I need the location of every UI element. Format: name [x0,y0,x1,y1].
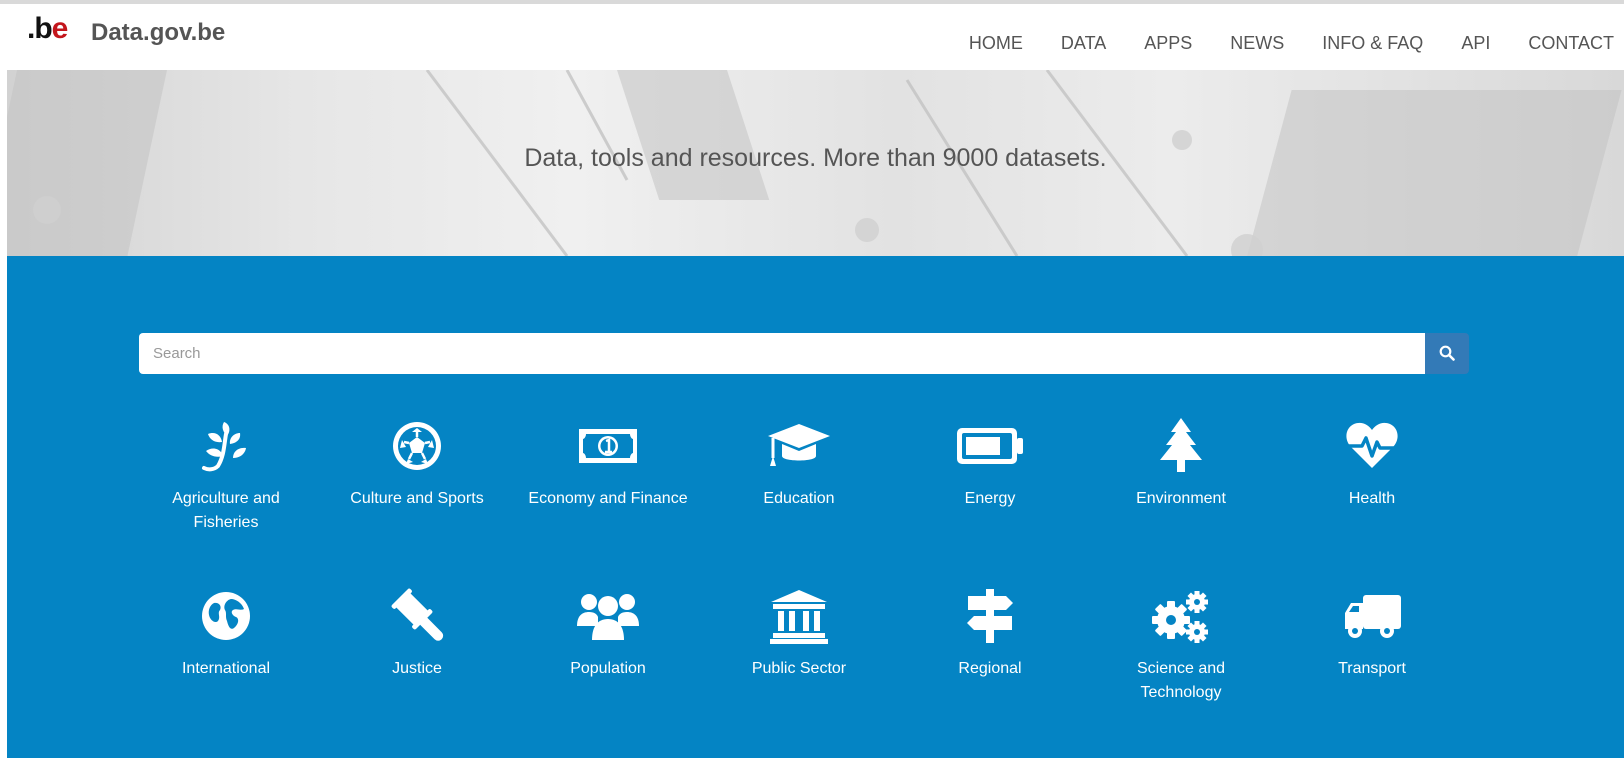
main-nav: HOME DATA APPS NEWS INFO & FAQ API CONTA… [931,32,1614,54]
category-environment[interactable]: Environment [1101,416,1261,511]
leaf-icon [202,422,246,472]
search-button[interactable] [1425,333,1469,374]
site-name[interactable]: Data.gov.be [91,19,225,47]
globe-icon [202,592,250,640]
soccer-ball-icon [393,422,441,470]
graduation-cap-icon [768,424,830,466]
cogs-icon [1152,591,1208,643]
category-label: Transport [1338,660,1406,677]
battery-icon [957,428,1023,464]
category-label: Justice [392,660,442,677]
category-label: Energy [964,490,1016,507]
category-energy[interactable]: Energy [910,416,1070,511]
nav-api[interactable]: API [1461,32,1490,54]
nav-info-faq[interactable]: INFO & FAQ [1322,32,1423,54]
category-label: Health [1348,490,1396,507]
category-agriculture-and-fisheries[interactable]: Agriculture and Fisheries [146,416,306,535]
main-content: Agriculture and Fisheries Culture and Sp… [7,256,1624,758]
category-economy-and-finance[interactable]: Economy and Finance [528,416,688,511]
be-logo[interactable]: .be [27,13,68,45]
nav-contact[interactable]: CONTACT [1528,32,1614,54]
category-science-and-technology[interactable]: Science and Technology [1101,586,1261,705]
category-transport[interactable]: Transport [1292,586,1452,681]
category-public-sector[interactable]: Public Sector [719,586,879,681]
signpost-icon [967,589,1013,643]
hero-banner: Data, tools and resources. More than 900… [7,70,1624,256]
nav-news[interactable]: NEWS [1230,32,1284,54]
users-icon [577,594,639,640]
truck-icon [1345,595,1401,638]
category-label: International [181,660,271,677]
category-label: Population [570,660,646,677]
search-input[interactable] [139,333,1425,374]
category-label: Science and Technology [1136,660,1226,701]
category-label: Regional [958,660,1022,677]
category-population[interactable]: Population [528,586,688,681]
category-label: Education [763,490,835,507]
nav-home[interactable]: HOME [969,32,1023,54]
gavel-icon [391,588,444,641]
category-label: Environment [1136,490,1226,507]
search-icon [1439,345,1455,361]
category-health[interactable]: Health [1292,416,1452,511]
category-education[interactable]: Education [719,416,879,511]
tree-icon [1160,418,1202,472]
nav-data[interactable]: DATA [1061,32,1106,54]
institution-icon [770,590,828,644]
search-bar [139,333,1469,374]
category-label: Public Sector [751,660,847,677]
category-international[interactable]: International [146,586,306,681]
category-culture-and-sports[interactable]: Culture and Sports [337,416,497,511]
hero-tagline: Data, tools and resources. More than 900… [524,144,1107,172]
category-justice[interactable]: Justice [337,586,497,681]
nav-apps[interactable]: APPS [1144,32,1192,54]
category-regional[interactable]: Regional [910,586,1070,681]
category-label: Economy and Finance [528,490,688,507]
top-navigation-bar: .be Data.gov.be HOME DATA APPS NEWS INFO… [0,0,1624,70]
category-label: Culture and Sports [350,490,484,507]
banknote-icon [579,429,637,463]
heartbeat-icon [1346,422,1398,468]
category-label: Agriculture and Fisheries [172,490,280,531]
